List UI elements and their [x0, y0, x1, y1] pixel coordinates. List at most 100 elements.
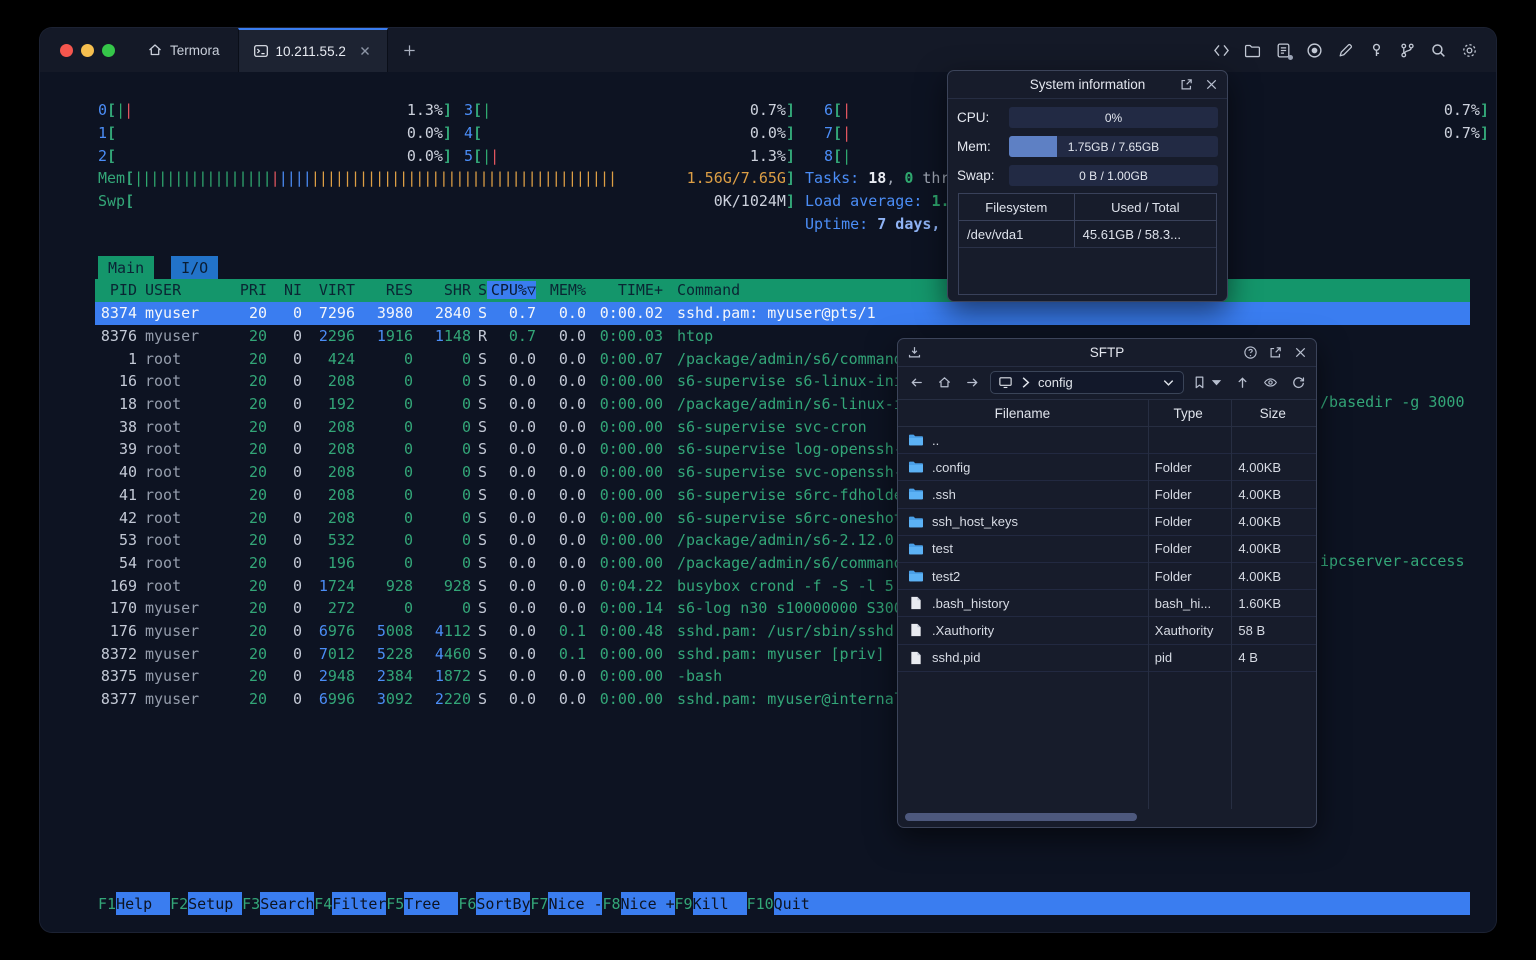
fkey-action-tree[interactable]: Tree: [404, 892, 459, 915]
column-header-res[interactable]: RES: [355, 281, 413, 299]
column-header-s[interactable]: S: [471, 281, 487, 299]
file-type: Xauthority: [1154, 622, 1214, 638]
htop-screen-tabs: Main I/O: [98, 256, 219, 279]
show-hidden-icon[interactable]: [1260, 372, 1280, 394]
pencil-icon[interactable]: [1336, 41, 1354, 59]
file-name: .bash_history: [932, 595, 1010, 611]
htop-tab-main[interactable]: Main: [98, 256, 155, 279]
open-external-icon[interactable]: [1268, 345, 1283, 360]
close-icon[interactable]: [1293, 345, 1308, 360]
forward-icon[interactable]: [962, 372, 982, 394]
fkey-action-sortby[interactable]: SortBy: [476, 892, 531, 915]
file-row-test2[interactable]: test2 Folder 4.00KB: [898, 563, 1316, 591]
minimize-window-button[interactable]: [81, 43, 94, 57]
file-row-.bash_history[interactable]: .bash_history bash_hi... 1.60KB: [898, 590, 1316, 618]
file-type: Folder: [1154, 568, 1192, 584]
file-type: Folder: [1154, 514, 1192, 530]
path-breadcrumb[interactable]: config: [990, 371, 1184, 394]
notes-icon[interactable]: [1274, 41, 1293, 60]
scrollbar-thumb[interactable]: [905, 813, 1137, 821]
file-row-test[interactable]: test Folder 4.00KB: [898, 536, 1316, 563]
back-icon[interactable]: [906, 372, 926, 394]
column-header-virt[interactable]: VIRT: [302, 281, 355, 299]
filesystem-name: /dev/vda1: [959, 221, 1075, 247]
column-header-cpu[interactable]: CPU%▽: [487, 281, 536, 300]
record-icon[interactable]: [1305, 41, 1323, 59]
file-row-..[interactable]: ..: [898, 427, 1316, 455]
file-row-.Xauthority[interactable]: .Xauthority Xauthority 58 B: [898, 617, 1316, 645]
file-row-.ssh[interactable]: .ssh Folder 4.00KB: [898, 481, 1316, 509]
tab-terminal-session[interactable]: 10.211.55.2: [237, 28, 388, 72]
chevron-down-icon[interactable]: [1161, 375, 1176, 390]
home-icon[interactable]: [934, 372, 954, 394]
fkey-action-help[interactable]: Help: [116, 892, 171, 915]
column-header-mem[interactable]: MEM%: [536, 281, 586, 299]
fkey-action-search[interactable]: Search: [260, 892, 314, 915]
branch-icon[interactable]: [1398, 41, 1416, 59]
fkey-f2: F2: [170, 894, 189, 913]
fkey-action-quit[interactable]: Quit: [773, 892, 828, 915]
filesystem-column-header: Filesystem: [959, 194, 1075, 220]
file-name: .Xauthority: [932, 622, 995, 638]
fkey-action-nice-+[interactable]: Nice +: [620, 892, 675, 915]
filesystem-row[interactable]: /dev/vda1 45.61GB / 58.3...: [959, 221, 1216, 248]
up-directory-icon[interactable]: [1232, 372, 1252, 394]
notification-dot: [1288, 55, 1293, 60]
sftp-toolbar: config: [898, 367, 1316, 398]
traffic-lights: [40, 28, 129, 72]
type-column-header[interactable]: Type: [1147, 406, 1230, 421]
sftp-window: SFTP config Filename Type Size .. .confi…: [897, 338, 1317, 828]
key-icon[interactable]: [1367, 41, 1385, 59]
filename-column-header[interactable]: Filename: [898, 406, 1147, 421]
file-size: 4.00KB: [1238, 459, 1282, 475]
command-fragment: /basedir -g 3000: [1320, 392, 1465, 411]
htop-meters: 0[|| 1.3%] 1[0.0%] 2[0.0%] 3[| 0.7%] 4[0.0%] 5[…: [98, 99, 1489, 239]
column-header-pid[interactable]: PID: [95, 281, 137, 299]
file-name: test2: [932, 568, 961, 584]
tab-home-label: Termora: [170, 42, 220, 58]
column-header-time[interactable]: TIME+: [586, 281, 663, 299]
file-row-ssh_host_keys[interactable]: ssh_host_keys Folder 4.00KB: [898, 509, 1316, 536]
system-information-titlebar[interactable]: System information: [948, 71, 1227, 99]
close-window-button[interactable]: [60, 43, 73, 57]
fkey-action-setup[interactable]: Setup: [188, 892, 243, 915]
tab-home[interactable]: Termora: [129, 28, 238, 72]
zoom-window-button[interactable]: [102, 43, 115, 57]
new-tab-button[interactable]: [388, 28, 431, 72]
size-column-header[interactable]: Size: [1229, 406, 1316, 421]
file-type: Folder: [1154, 486, 1192, 502]
folder-icon[interactable]: [1243, 41, 1261, 59]
close-tab-icon[interactable]: [357, 43, 373, 59]
file-type: bash_hi...: [1154, 595, 1212, 611]
file-type: Folder: [1154, 541, 1192, 557]
fkey-action-nice--[interactable]: Nice -: [548, 892, 603, 915]
htop-tab-io[interactable]: I/O: [171, 256, 219, 279]
search-icon[interactable]: [1429, 41, 1447, 59]
column-header-shr[interactable]: SHR: [413, 281, 471, 299]
close-icon[interactable]: [1204, 77, 1219, 92]
file-row-.config[interactable]: .config Folder 4.00KB: [898, 454, 1316, 482]
process-row-8374[interactable]: 8374 myuser 20 0 7296 3980 2840 S 0.7 0.0 0:00.02 s…: [95, 302, 1470, 325]
bookmark-icon[interactable]: [1192, 372, 1207, 394]
sftp-titlebar[interactable]: SFTP: [898, 339, 1316, 367]
file-icon: [908, 651, 924, 665]
folder-icon: [908, 569, 924, 583]
help-icon[interactable]: [1243, 345, 1258, 360]
fkey-action-kill[interactable]: Kill: [692, 892, 747, 915]
column-divider[interactable]: [1148, 399, 1149, 809]
bookmark-dropdown-icon[interactable]: [1209, 375, 1224, 390]
column-header-pri[interactable]: PRI: [231, 281, 267, 299]
column-header-user[interactable]: USER: [137, 281, 231, 299]
column-divider[interactable]: [1231, 399, 1232, 809]
file-row-sshd.pid[interactable]: sshd.pid pid 4 B: [898, 645, 1316, 672]
cpu-meter-3: 3[| 0.7%]: [464, 101, 795, 120]
column-header-ni[interactable]: NI: [267, 281, 302, 299]
code-icon[interactable]: [1212, 41, 1230, 59]
fkey-action-filter[interactable]: Filter: [332, 892, 386, 915]
file-name: ..: [932, 432, 940, 448]
refresh-icon[interactable]: [1288, 372, 1308, 394]
open-external-icon[interactable]: [1179, 77, 1194, 92]
settings-icon[interactable]: [1460, 41, 1478, 59]
horizontal-scrollbar[interactable]: [898, 813, 1316, 822]
home-icon: [149, 44, 161, 56]
